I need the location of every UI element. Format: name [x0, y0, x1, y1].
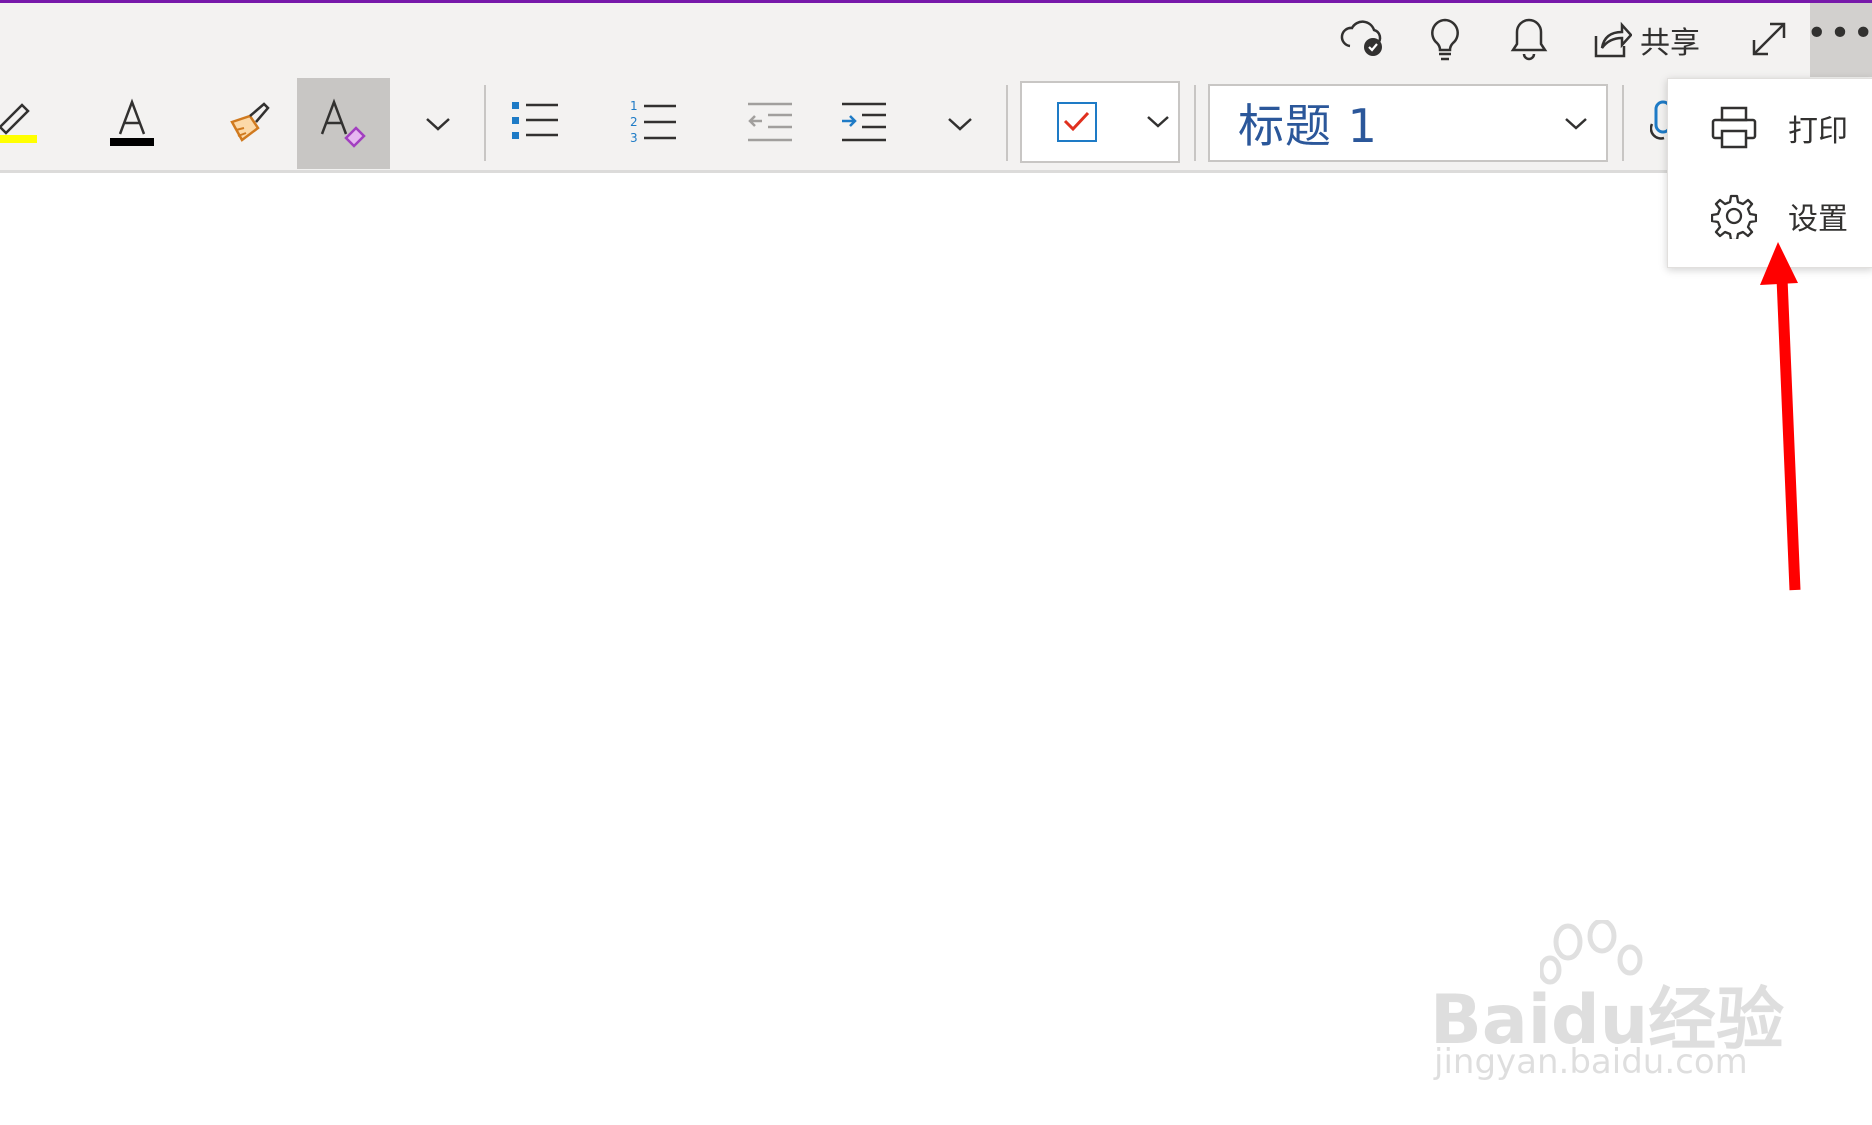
more-options-button[interactable]: •••	[1806, 3, 1872, 77]
tag-checkbox-button[interactable]	[1056, 101, 1098, 143]
svg-text:2: 2	[630, 115, 638, 129]
baidu-watermark: Baidu经验 jingyan.baidu.com	[1430, 920, 1790, 1090]
chevron-down-icon	[426, 118, 450, 131]
gear-icon	[1708, 190, 1760, 242]
more-options-menu: 打印 设置	[1667, 78, 1872, 268]
toolbar-separator	[1006, 85, 1008, 161]
chevron-down-icon	[948, 118, 972, 131]
tags-gallery[interactable]	[1020, 81, 1180, 163]
toolbar-separator	[484, 85, 486, 161]
bullet-list-icon	[512, 102, 558, 139]
svg-text:1: 1	[630, 99, 638, 113]
watermark-url: jingyan.baidu.com	[1434, 1042, 1748, 1082]
printer-icon	[1708, 102, 1760, 154]
tags-dropdown[interactable]	[1144, 111, 1172, 133]
increase-indent-icon	[842, 102, 886, 142]
numbered-list-icon: 1 2 3	[630, 99, 676, 145]
highlighter-icon	[0, 103, 37, 143]
style-selected-value: 标题 1	[1238, 99, 1378, 153]
tag-checkbox-icon	[1057, 102, 1097, 142]
decrease-indent-icon	[748, 102, 792, 142]
microphone-icon	[1650, 100, 1668, 140]
highlighter-button[interactable]	[0, 95, 40, 145]
toolbar-separator	[1194, 85, 1196, 161]
style-dropdown[interactable]: 标题 1	[1208, 84, 1608, 162]
menu-item-label: 打印	[1788, 114, 1848, 149]
clear-formatting-icon	[318, 98, 370, 148]
font-color-button[interactable]	[108, 96, 156, 148]
chevron-down-icon	[1565, 118, 1587, 130]
numbered-list-button[interactable]: 1 2 3	[628, 98, 678, 146]
bullet-list-button[interactable]	[510, 100, 560, 142]
more-options-icon: •••	[1806, 13, 1872, 54]
chevron-down-icon	[1147, 116, 1169, 128]
decrease-indent-button[interactable]	[746, 100, 794, 144]
svg-text:3: 3	[630, 131, 638, 145]
increase-indent-button[interactable]	[840, 100, 888, 144]
font-format-dropdown[interactable]	[420, 110, 456, 138]
dictate-button[interactable]	[1650, 100, 1668, 146]
fullscreen-icon[interactable]	[1750, 20, 1788, 58]
bell-icon[interactable]	[1508, 16, 1550, 62]
format-painter-button[interactable]	[226, 100, 274, 144]
share-button[interactable]: 共享	[1592, 18, 1700, 62]
format-painter-icon	[230, 102, 270, 142]
lightbulb-icon[interactable]	[1425, 16, 1465, 62]
share-label: 共享	[1640, 26, 1700, 61]
menu-item-print[interactable]: 打印	[1668, 85, 1872, 171]
share-icon	[1592, 20, 1632, 60]
cloud-sync-icon[interactable]	[1338, 16, 1388, 60]
toolbar-separator	[1622, 85, 1624, 161]
font-color-icon	[110, 98, 154, 146]
menu-item-label: 设置	[1788, 202, 1848, 237]
toolbar-shadow	[0, 170, 1872, 173]
menu-item-settings[interactable]: 设置	[1668, 173, 1872, 259]
paragraph-format-dropdown[interactable]	[942, 110, 978, 138]
